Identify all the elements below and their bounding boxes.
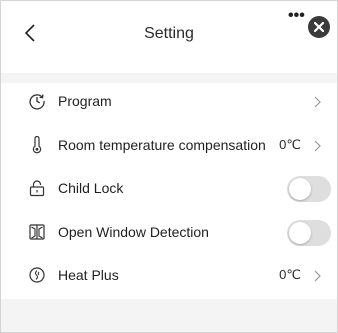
row-label: Open Window Detection (58, 224, 209, 240)
settings-list: Program Room temperature compensation 0℃ (1, 83, 337, 299)
settings-row-open-window-detection: Open Window Detection (1, 214, 337, 252)
child-lock-toggle[interactable] (287, 176, 331, 202)
chevron-right-icon (312, 96, 322, 108)
row-value: 0℃ (279, 267, 301, 282)
toggle-knob (289, 178, 311, 200)
settings-row-program[interactable]: Program (1, 83, 337, 121)
settings-row-child-lock: Child Lock (1, 170, 337, 208)
row-label: Child Lock (58, 180, 124, 196)
row-label: Program (58, 93, 112, 109)
more-options-button[interactable]: ••• (288, 8, 305, 24)
settings-row-room-temperature-compensation[interactable]: Room temperature compensation 0℃ (1, 127, 337, 165)
row-value: 0℃ (279, 137, 301, 152)
row-label: Room temperature compensation (58, 137, 266, 153)
row-label: Heat Plus (58, 267, 119, 283)
toggle-knob (289, 222, 311, 244)
section-gap (1, 73, 337, 83)
chevron-right-icon (312, 270, 322, 282)
window-icon (28, 223, 46, 241)
lock-icon (28, 179, 46, 197)
top-bar: Setting ••• (1, 1, 337, 73)
settings-screen: Setting ••• Program Room temperature com… (0, 0, 338, 333)
clock-icon (28, 92, 46, 110)
open-window-detection-toggle[interactable] (287, 220, 331, 246)
chevron-right-icon (312, 140, 322, 152)
thermometer-icon (28, 136, 46, 154)
page-title: Setting (144, 25, 194, 42)
heat-plus-icon (28, 266, 46, 284)
settings-row-heat-plus[interactable]: Heat Plus 0℃ (1, 257, 337, 295)
close-button[interactable] (308, 16, 330, 38)
close-icon (313, 21, 325, 33)
bottom-area (1, 299, 337, 332)
